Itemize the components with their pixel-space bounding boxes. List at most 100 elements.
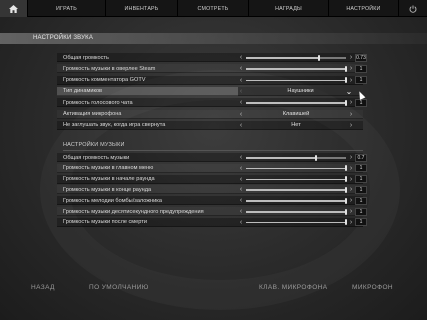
settings-row[interactable]: Громкость музыки в конце раунда ‹ › 1 <box>57 185 367 195</box>
chevron-right-icon[interactable]: › <box>348 153 354 162</box>
chevron-right-icon[interactable]: › <box>348 218 354 227</box>
chevron-right-icon[interactable]: › <box>348 76 354 85</box>
setting-control[interactable]: ‹ › 1 <box>238 164 367 173</box>
option-value[interactable]: Клавишей <box>246 111 346 117</box>
chevron-right-icon[interactable]: › <box>348 185 354 194</box>
chevron-left-icon[interactable]: ‹ <box>238 196 244 205</box>
defaults-button[interactable]: ПО УМОЛЧАНИЮ <box>89 284 149 291</box>
chevron-left-icon[interactable]: ‹ <box>238 207 244 216</box>
setting-label: Не заглушать звук, когда игра свернута <box>63 122 166 129</box>
setting-control[interactable]: ‹ › 1 <box>238 175 367 184</box>
option-value[interactable]: Нет <box>246 122 346 128</box>
settings-row[interactable]: Громкость музыки в главном меню ‹ › 1 <box>57 164 367 173</box>
chevron-left-icon[interactable]: ‹ <box>238 76 244 85</box>
settings-row[interactable]: Громкость комментатора GOTV ‹ › 1 <box>57 75 367 85</box>
section-divider <box>63 150 363 151</box>
chevron-right-icon[interactable]: › <box>348 64 354 73</box>
chevron-right-icon[interactable]: › <box>348 175 354 184</box>
slider-knob[interactable] <box>344 77 347 84</box>
settings-row[interactable]: Громкость мелодии бомбы/заложника ‹ › 1 <box>57 196 367 206</box>
value-box: 0.7 <box>355 153 367 162</box>
slider-knob[interactable] <box>317 54 320 61</box>
volume-slider[interactable] <box>246 79 346 82</box>
setting-control[interactable]: ‹ › 1 <box>238 196 367 205</box>
microphone-button[interactable]: МИКРОФОН <box>352 284 393 291</box>
chevron-left-icon[interactable]: ‹ <box>238 64 244 73</box>
setting-control[interactable]: ‹ › 1 <box>238 64 367 73</box>
setting-control[interactable]: ‹ › 1 <box>238 207 367 216</box>
settings-row[interactable]: Громкость музыки в оверлее Steam ‹ › 1 <box>57 64 367 74</box>
slider-knob[interactable] <box>344 197 347 204</box>
volume-slider[interactable] <box>246 157 346 159</box>
back-button[interactable]: НАЗАД <box>31 284 55 291</box>
tab-awards[interactable]: НАГРАДЫ <box>249 0 329 17</box>
settings-row[interactable]: Тип динамиков ‹ Наушники ⌄ <box>57 86 363 96</box>
settings-row[interactable]: Общая громкость музыки ‹ › 0.7 <box>57 153 367 162</box>
chevron-left-icon[interactable]: ‹ <box>238 121 244 130</box>
tab-watch[interactable]: СМОТРЕТЬ <box>178 0 249 17</box>
setting-label: Громкость музыки в главном меню <box>63 165 154 172</box>
slider-fill <box>246 178 346 181</box>
settings-row[interactable]: Громкость музыки в начале раунда ‹ › 1 <box>57 174 367 184</box>
slider-knob[interactable] <box>344 99 347 106</box>
settings-page: ИГРАТЬ ИНВЕНТАРЬ СМОТРЕТЬ НАГРАДЫ НАСТРО… <box>0 0 427 320</box>
chevron-left-icon[interactable]: ‹ <box>238 153 244 162</box>
tab-inventory[interactable]: ИНВЕНТАРЬ <box>106 0 178 17</box>
settings-row[interactable]: Общая громкость ‹ › 0.73 <box>57 53 367 62</box>
slider-knob[interactable] <box>344 208 347 215</box>
setting-control[interactable]: ‹ › 1 <box>238 185 367 194</box>
volume-slider[interactable] <box>246 167 346 170</box>
chevron-right-icon[interactable]: › <box>348 110 354 119</box>
settings-row[interactable]: Не заглушать звук, когда игра свернута ‹ Н… <box>57 120 363 130</box>
setting-control[interactable]: ‹ › 0.73 <box>238 53 367 62</box>
mic-key-button[interactable]: КЛАВ. МИКРОФОНА <box>259 284 327 291</box>
setting-control[interactable]: ‹ Наушники ⌄ <box>238 86 363 96</box>
chevron-right-icon[interactable]: › <box>348 53 354 62</box>
volume-slider[interactable] <box>246 211 346 213</box>
setting-control[interactable]: ‹ Нет › <box>238 121 363 130</box>
chevron-right-icon[interactable]: › <box>348 207 354 216</box>
setting-control[interactable]: ‹ › 1 <box>238 76 367 85</box>
chevron-left-icon[interactable]: ‹ <box>238 185 244 194</box>
value-box: 1 <box>355 207 367 216</box>
setting-control[interactable]: ‹ › 1 <box>238 98 367 107</box>
slider-fill <box>246 57 319 59</box>
chevron-right-icon[interactable]: › <box>348 164 354 173</box>
chevron-right-icon[interactable]: › <box>348 121 354 130</box>
volume-slider[interactable] <box>246 178 346 181</box>
slider-knob[interactable] <box>314 154 317 161</box>
chevron-left-icon[interactable]: ‹ <box>238 218 244 227</box>
chevron-left-icon[interactable]: ‹ <box>238 164 244 173</box>
slider-knob[interactable] <box>344 165 347 172</box>
slider-knob[interactable] <box>344 65 347 72</box>
setting-control[interactable]: ‹ Клавишей › <box>238 110 363 119</box>
settings-row[interactable]: Активация микрофона ‹ Клавишей › <box>57 110 363 119</box>
chevron-left-icon[interactable]: ‹ <box>238 110 244 119</box>
slider-knob[interactable] <box>344 176 347 183</box>
chevron-right-icon[interactable]: › <box>348 196 354 205</box>
power-icon[interactable] <box>399 0 427 17</box>
volume-slider[interactable] <box>246 57 346 59</box>
chevron-left-icon[interactable]: ‹ <box>238 98 244 107</box>
chevron-right-icon[interactable]: › <box>348 98 354 107</box>
setting-control[interactable]: ‹ › 0.7 <box>238 153 367 162</box>
chevron-down-icon[interactable]: ⌄ <box>344 87 354 96</box>
settings-row[interactable]: Громкость музыки после смерти ‹ › 1 <box>57 217 367 227</box>
setting-control[interactable]: ‹ › 1 <box>238 218 367 227</box>
volume-slider[interactable] <box>246 102 346 104</box>
settings-row[interactable]: Громкость голосового чата ‹ › 1 <box>57 98 367 108</box>
home-icon[interactable] <box>0 0 28 17</box>
slider-knob[interactable] <box>344 219 347 226</box>
settings-row[interactable]: Громкость музыки десятисекундного предуп… <box>57 207 367 216</box>
chevron-left-icon[interactable]: ‹ <box>238 53 244 62</box>
chevron-left-icon[interactable]: ‹ <box>238 175 244 184</box>
value-box: 1 <box>355 185 367 194</box>
tab-settings[interactable]: НАСТРОЙКИ <box>329 0 399 17</box>
volume-slider[interactable] <box>246 68 346 70</box>
slider-knob[interactable] <box>344 186 347 193</box>
setting-label: Громкость музыки после смерти <box>63 219 147 226</box>
volume-slider[interactable] <box>246 189 346 191</box>
volume-slider[interactable] <box>246 200 346 202</box>
volume-slider[interactable] <box>246 221 346 224</box>
tab-play[interactable]: ИГРАТЬ <box>28 0 106 17</box>
